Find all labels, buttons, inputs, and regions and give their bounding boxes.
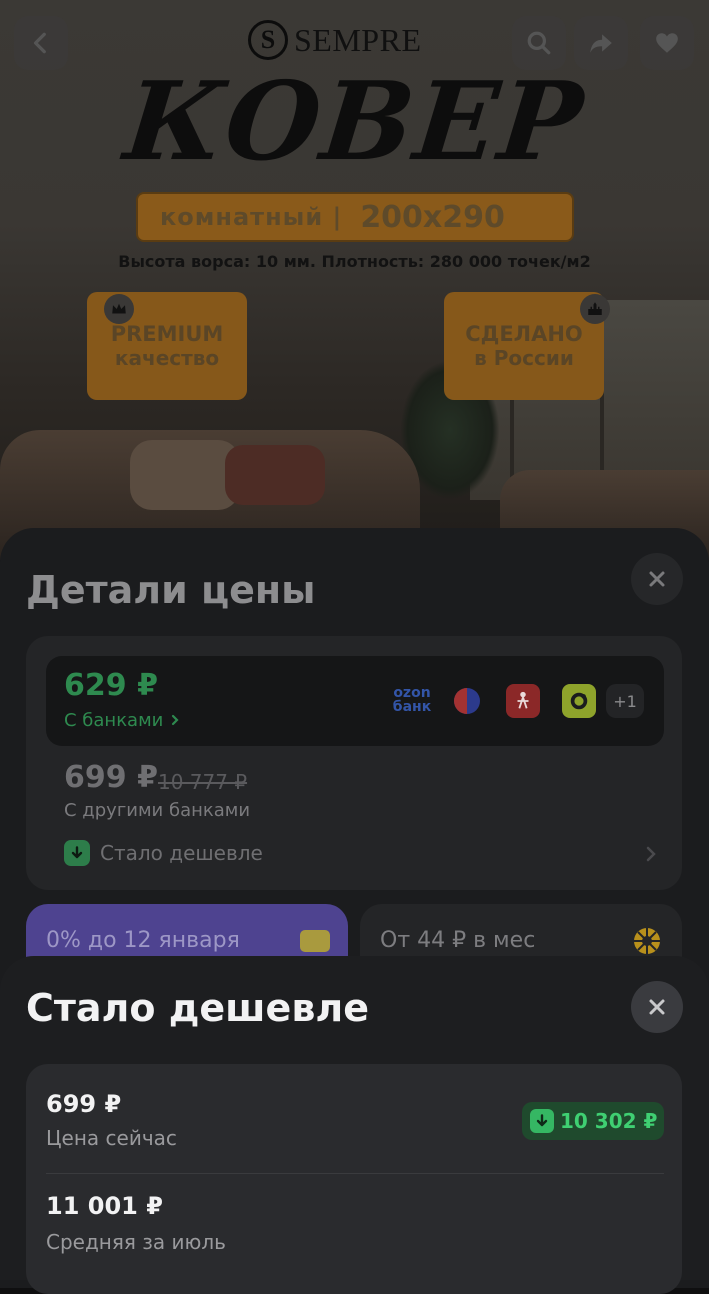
crown-icon (104, 294, 134, 324)
pillow-decoration (130, 440, 240, 510)
kremlin-icon (580, 294, 610, 324)
bank-circle-icon (454, 688, 480, 714)
price-drop-badge: 10 302 ₽ (522, 1102, 664, 1140)
close-icon (649, 571, 665, 587)
other-banks-label: С другими банками (64, 800, 251, 821)
divider (46, 1173, 664, 1174)
became-cheaper-label: Стало дешевле (100, 841, 263, 865)
bank-logo-round[interactable] (450, 684, 484, 718)
bank-logo-green[interactable] (562, 684, 596, 718)
badge-line1: PREMIUM (110, 322, 224, 346)
product-banner-title: КОВЕР (119, 59, 590, 185)
other-banks-price: 699 ₽ (64, 760, 158, 795)
brand-logo-mark: S (248, 20, 288, 60)
badge-line2: качество (114, 346, 220, 370)
badge-line2: в России (474, 346, 574, 370)
bank-price: 629 ₽ (64, 668, 158, 703)
price-history-card (26, 1064, 682, 1294)
ozon-bank-logo[interactable]: ozon банк (390, 680, 434, 720)
size-pill: комнатный | 200x290 (136, 192, 574, 242)
badge-line1: СДЕЛАНО (465, 322, 583, 346)
price-drop-amount: 10 302 ₽ (560, 1109, 658, 1133)
arrow-down-icon (64, 840, 90, 866)
share-icon (590, 34, 612, 53)
with-banks-label: С банками (64, 710, 164, 731)
with-banks-link[interactable]: С банками (64, 710, 181, 731)
price-details-close-button[interactable] (631, 553, 683, 605)
became-cheaper-title: Стало дешевле (26, 986, 369, 1030)
pillow-decoration (225, 445, 325, 505)
back-arrow-icon (33, 32, 46, 54)
heart-icon (656, 33, 678, 53)
bank-figure-icon (517, 691, 529, 709)
old-price: 10 777 ₽ (158, 770, 248, 794)
spec-line: Высота ворса: 10 мм. Плотность: 280 000 … (118, 252, 591, 271)
average-price: 11 001 ₽ (46, 1192, 163, 1220)
average-price-label: Средняя за июль (46, 1230, 226, 1254)
size-label: 200x290 (360, 199, 505, 235)
current-price-label: Цена сейчас (46, 1126, 177, 1150)
chevron-right-icon[interactable] (642, 844, 660, 864)
close-icon (649, 999, 665, 1015)
brand-name: SEMPRE (294, 21, 422, 58)
installment-flower-icon (634, 928, 660, 954)
became-cheaper-close-button[interactable] (631, 981, 683, 1033)
installment-promo-label: 0% до 12 января (46, 928, 240, 953)
room-label: комнатный | (160, 203, 343, 231)
card-icon (300, 930, 330, 952)
monthly-payment-label: От 44 ₽ в мес (380, 928, 536, 953)
arrow-down-icon (530, 1109, 554, 1133)
search-icon (527, 31, 551, 55)
bank-ring-icon (570, 692, 588, 710)
current-price: 699 ₽ (46, 1090, 122, 1118)
became-cheaper-row[interactable]: Стало дешевле (64, 840, 263, 866)
bank-logo-red[interactable] (506, 684, 540, 718)
brand-logo: S SEMPRE (248, 20, 421, 60)
chevron-right-icon (172, 714, 179, 726)
more-banks-badge[interactable]: +1 (606, 684, 644, 718)
price-details-title: Детали цены (26, 568, 316, 612)
